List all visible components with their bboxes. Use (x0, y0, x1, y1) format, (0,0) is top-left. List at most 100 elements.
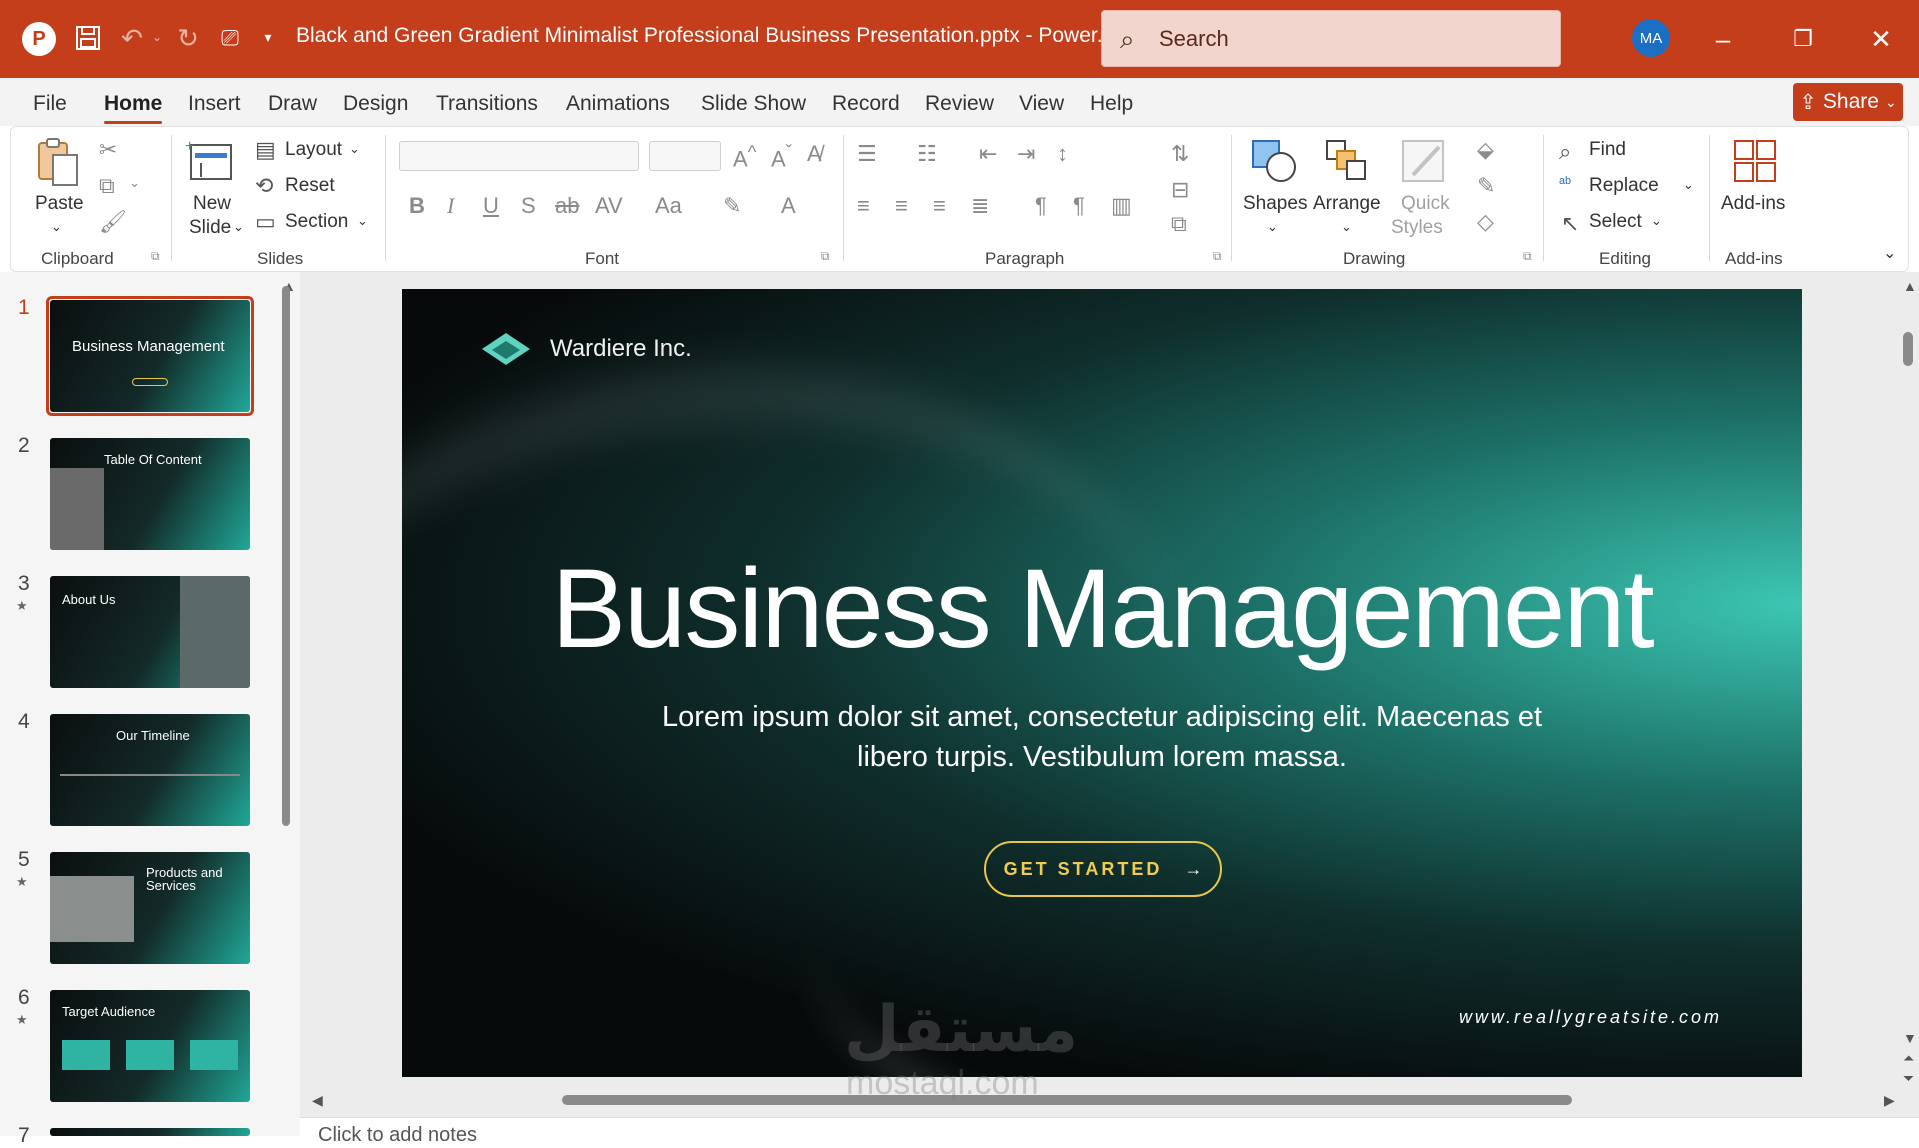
select-dropdown-icon[interactable]: ⌄ (1651, 213, 1662, 229)
font-size-select[interactable] (649, 141, 721, 171)
scroll-right-icon[interactable]: ▶ (1884, 1092, 1895, 1109)
tab-home[interactable]: Home (104, 92, 163, 124)
shape-outline-icon[interactable]: ✎ (1477, 173, 1495, 199)
increase-indent-icon[interactable]: ⇥ (1017, 141, 1035, 167)
slide-subtitle[interactable]: Lorem ipsum dolor sit amet, consectetur … (582, 697, 1622, 777)
shapes-button[interactable]: Shapes (1243, 193, 1307, 215)
next-slide-icon[interactable]: ⏷ (1903, 1070, 1914, 1087)
thumbnail-scrollbar[interactable] (282, 286, 290, 826)
website-url[interactable]: www.reallygreatsite.com (1459, 1007, 1722, 1028)
add-ins-button[interactable]: Add-ins (1721, 193, 1785, 215)
justify-icon[interactable]: ≣ (971, 193, 989, 219)
shapes-icon[interactable] (1249, 137, 1299, 185)
layout-dropdown-icon[interactable]: ⌄ (349, 141, 360, 157)
align-right-icon[interactable]: ≡ (933, 193, 946, 219)
replace-icon[interactable]: ᵃᵇ (1559, 175, 1571, 193)
increase-font-size-icon[interactable]: A^ (733, 141, 756, 172)
font-color-icon[interactable]: A (781, 193, 796, 219)
replace-button[interactable]: Replace (1589, 175, 1659, 197)
save-icon[interactable] (72, 20, 104, 56)
font-launcher-icon[interactable]: ⧉ (821, 249, 830, 264)
clear-formatting-icon[interactable]: A̸ (807, 141, 822, 167)
redo-icon[interactable]: ↻ (172, 20, 204, 56)
share-button[interactable]: ⇪ Share ⌄ (1793, 83, 1903, 121)
tab-design[interactable]: Design (343, 92, 408, 116)
underline-icon[interactable]: U (483, 193, 499, 219)
drawing-launcher-icon[interactable]: ⧉ (1523, 249, 1532, 264)
highlight-icon[interactable]: ✎ (723, 193, 741, 219)
bullets-icon[interactable]: ☰ (857, 141, 877, 167)
get-started-button[interactable]: GET STARTED → (984, 841, 1222, 897)
cut-icon[interactable]: ✂ (99, 137, 117, 163)
align-left-icon[interactable]: ≡ (857, 193, 870, 219)
paste-button[interactable]: Paste (35, 193, 84, 215)
paste-dropdown-icon[interactable]: ⌄ (51, 219, 62, 235)
reset-button[interactable]: Reset (285, 175, 335, 197)
arrange-dropdown-icon[interactable]: ⌄ (1341, 219, 1352, 235)
shapes-dropdown-icon[interactable]: ⌄ (1267, 219, 1278, 235)
reset-icon[interactable]: ⟲ (255, 173, 273, 199)
arrange-icon[interactable] (1323, 137, 1373, 185)
rtl-icon[interactable]: ¶ (1073, 193, 1085, 219)
character-spacing-icon[interactable]: AV (595, 193, 623, 219)
tab-insert[interactable]: Insert (188, 92, 241, 116)
add-ins-icon[interactable] (1731, 137, 1781, 185)
text-direction-icon[interactable]: ⇅ (1171, 141, 1189, 167)
previous-slide-icon[interactable]: ⏶ (1903, 1050, 1914, 1067)
slide-thumbnail-1[interactable]: Business Management (50, 300, 250, 412)
scroll-left-icon[interactable]: ◀ (312, 1092, 323, 1109)
ltr-icon[interactable]: ¶ (1035, 193, 1047, 219)
new-slide-icon[interactable]: + (185, 137, 235, 183)
slide-thumbnail-3[interactable]: About Us (50, 576, 250, 688)
arrange-button[interactable]: Arrange (1313, 193, 1381, 215)
vertical-scrollbar[interactable] (1903, 332, 1913, 366)
slide-title[interactable]: Business Management (402, 544, 1802, 673)
section-dropdown-icon[interactable]: ⌄ (357, 213, 368, 229)
strikethrough-icon[interactable]: ab (555, 193, 579, 219)
new-slide-dropdown-icon[interactable]: ⌄ (233, 219, 244, 235)
notes-pane[interactable]: Click to add notes (300, 1117, 1919, 1146)
decrease-indent-icon[interactable]: ⇤ (979, 141, 997, 167)
tab-review[interactable]: Review (925, 92, 994, 116)
tab-view[interactable]: View (1019, 92, 1064, 116)
copy-icon[interactable]: ⧉ (99, 173, 115, 199)
copy-dropdown-icon[interactable]: ⌄ (129, 175, 140, 191)
tab-animations[interactable]: Animations (566, 92, 670, 116)
shadow-icon[interactable]: S (521, 193, 536, 219)
slide-thumbnail-2[interactable]: Table Of Content (50, 438, 250, 550)
layout-icon[interactable]: ▤ (255, 137, 276, 163)
new-slide-label-2[interactable]: Slide (189, 217, 231, 239)
layout-button[interactable]: Layout (285, 139, 342, 161)
decrease-font-size-icon[interactable]: Aˇ (771, 141, 792, 172)
slide-thumbnail-5[interactable]: Products and Services (50, 852, 250, 964)
align-center-icon[interactable]: ≡ (895, 193, 908, 219)
find-button[interactable]: Find (1589, 139, 1626, 161)
horizontal-scrollbar[interactable] (562, 1095, 1572, 1105)
tab-help[interactable]: Help (1090, 92, 1133, 116)
convert-smartart-icon[interactable]: ⧉ (1171, 211, 1187, 237)
minimize-icon[interactable]: – (1706, 22, 1740, 56)
quick-styles-label-1[interactable]: Quick (1401, 193, 1450, 215)
tab-transitions[interactable]: Transitions (436, 92, 538, 116)
italic-icon[interactable]: I (447, 193, 454, 219)
columns-icon[interactable]: ▥ (1111, 193, 1132, 219)
section-icon[interactable]: ▭ (255, 209, 276, 235)
section-button[interactable]: Section (285, 211, 348, 233)
quick-styles-label-2[interactable]: Styles (1391, 217, 1443, 239)
collapse-ribbon-icon[interactable]: ⌄ (1883, 243, 1896, 263)
search-box[interactable]: ⌕ Search (1101, 10, 1561, 67)
scroll-down-icon[interactable]: ▼ (1903, 1030, 1917, 1046)
format-painter-icon[interactable]: 🖌 (99, 209, 127, 235)
bold-icon[interactable]: B (409, 193, 425, 219)
avatar[interactable]: MA (1632, 19, 1670, 57)
company-name[interactable]: Wardiere Inc. (550, 335, 692, 363)
paste-icon[interactable] (35, 137, 81, 187)
numbering-icon[interactable]: ☷ (917, 141, 937, 167)
replace-dropdown-icon[interactable]: ⌄ (1683, 177, 1694, 193)
select-icon[interactable]: ↖ (1561, 211, 1579, 237)
shape-effects-icon[interactable]: ◇ (1477, 209, 1494, 235)
font-family-select[interactable] (399, 141, 639, 171)
slide-thumbnail-4[interactable]: Our Timeline (50, 714, 250, 826)
paragraph-launcher-icon[interactable]: ⧉ (1213, 249, 1222, 264)
close-icon[interactable]: ✕ (1864, 22, 1898, 56)
